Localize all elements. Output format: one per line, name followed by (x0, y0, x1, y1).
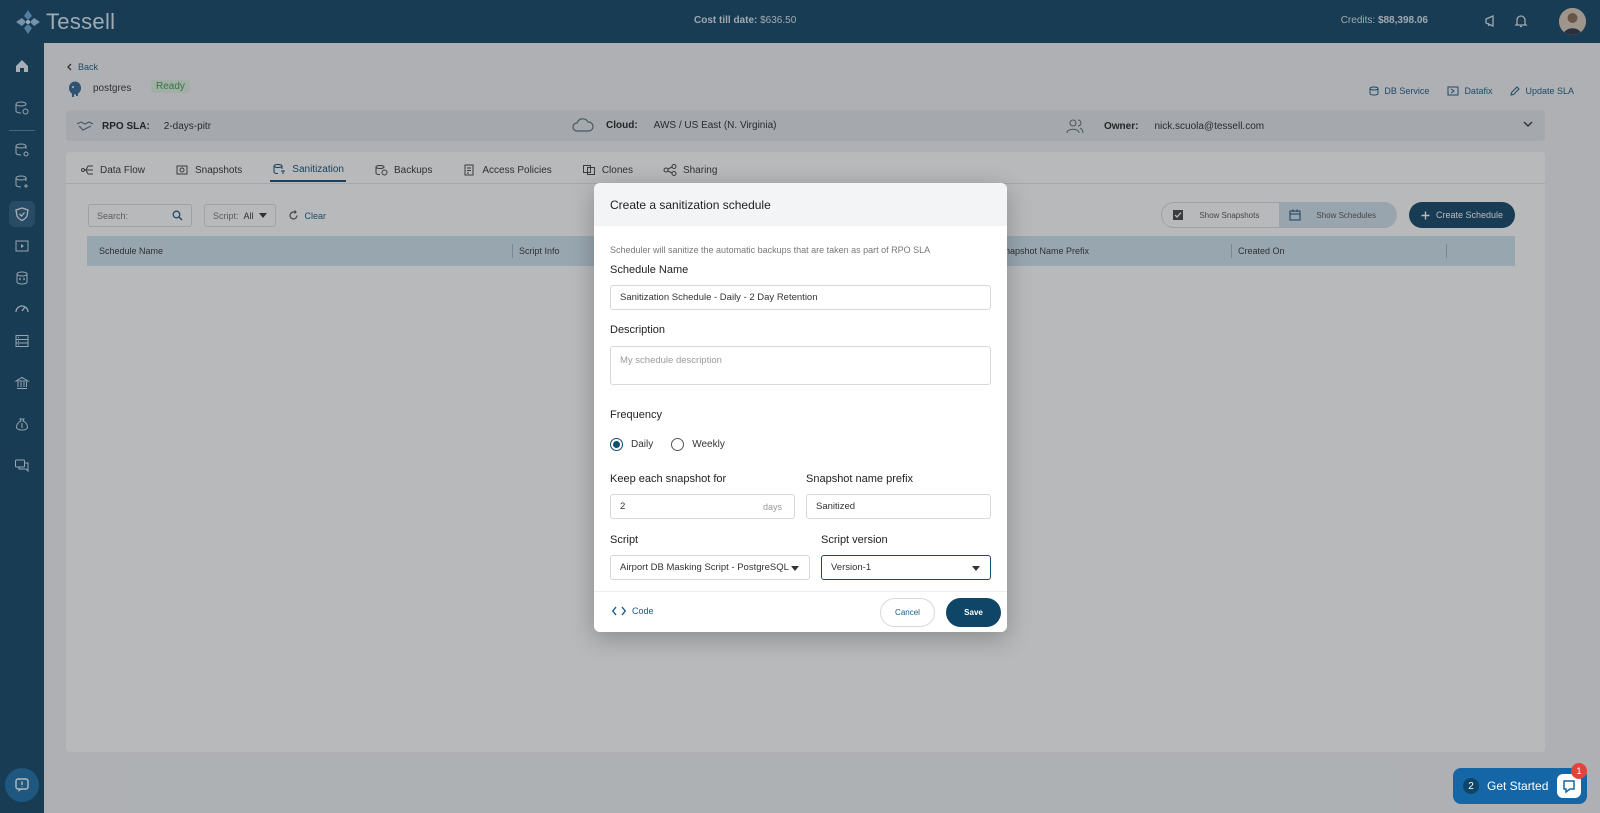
keep-snapshot-unit: days (762, 502, 782, 512)
radio-weekly[interactable] (671, 438, 685, 451)
keep-snapshot-label: Keep each snapshot for (610, 473, 727, 485)
code-button[interactable]: Code (612, 606, 654, 616)
radio-daily[interactable] (610, 438, 623, 451)
snapshot-prefix-value: Sanitized (816, 501, 856, 512)
frequency-label: Frequency (610, 409, 662, 421)
radio-daily-label: Daily (631, 439, 654, 450)
save-button[interactable]: Save (946, 598, 1001, 627)
description-placeholder: My schedule description (620, 355, 722, 366)
script-version-select[interactable]: Version-1 (821, 555, 991, 580)
schedule-name-value: Sanitization Schedule - Daily - 2 Day Re… (620, 292, 818, 303)
dialog-footer: Code Cancel Save (594, 591, 1007, 632)
script-version-value: Version-1 (831, 562, 872, 573)
dialog-hint: Scheduler will sanitize the automatic ba… (610, 245, 931, 255)
script-version-label: Script version (821, 534, 888, 546)
cancel-button[interactable]: Cancel (880, 598, 935, 627)
caret-down-icon (791, 566, 799, 571)
radio-weekly-label: Weekly (692, 439, 725, 450)
code-icon (612, 606, 626, 616)
script-select-value: Airport DB Masking Script - PostgreSQL (620, 562, 789, 573)
dialog-title: Create a sanitization schedule (594, 183, 1007, 226)
caret-down-icon (972, 566, 980, 571)
frequency-radio-group: Daily Weekly (610, 438, 725, 451)
snapshot-prefix-label: Snapshot name prefix (806, 473, 914, 485)
schedule-name-label: Schedule Name (610, 264, 689, 276)
description-textarea[interactable]: My schedule description (610, 346, 991, 385)
script-label: Script (610, 534, 639, 546)
keep-snapshot-input[interactable]: 2 days (610, 494, 795, 519)
keep-snapshot-value: 2 (620, 501, 626, 512)
script-select[interactable]: Airport DB Masking Script - PostgreSQL (610, 555, 810, 580)
create-sanitization-schedule-dialog: Create a sanitization schedule Scheduler… (594, 183, 1007, 632)
get-started-count: 2 (1463, 778, 1479, 794)
code-label: Code (632, 606, 654, 616)
get-started-label: Get Started (1487, 779, 1549, 793)
notification-badge: 1 (1571, 763, 1587, 779)
description-label: Description (610, 324, 666, 336)
snapshot-prefix-input[interactable]: Sanitized (806, 494, 991, 519)
schedule-name-input[interactable]: Sanitization Schedule - Daily - 2 Day Re… (610, 285, 991, 310)
get-started-widget[interactable]: 2 Get Started 1 (1453, 763, 1587, 804)
